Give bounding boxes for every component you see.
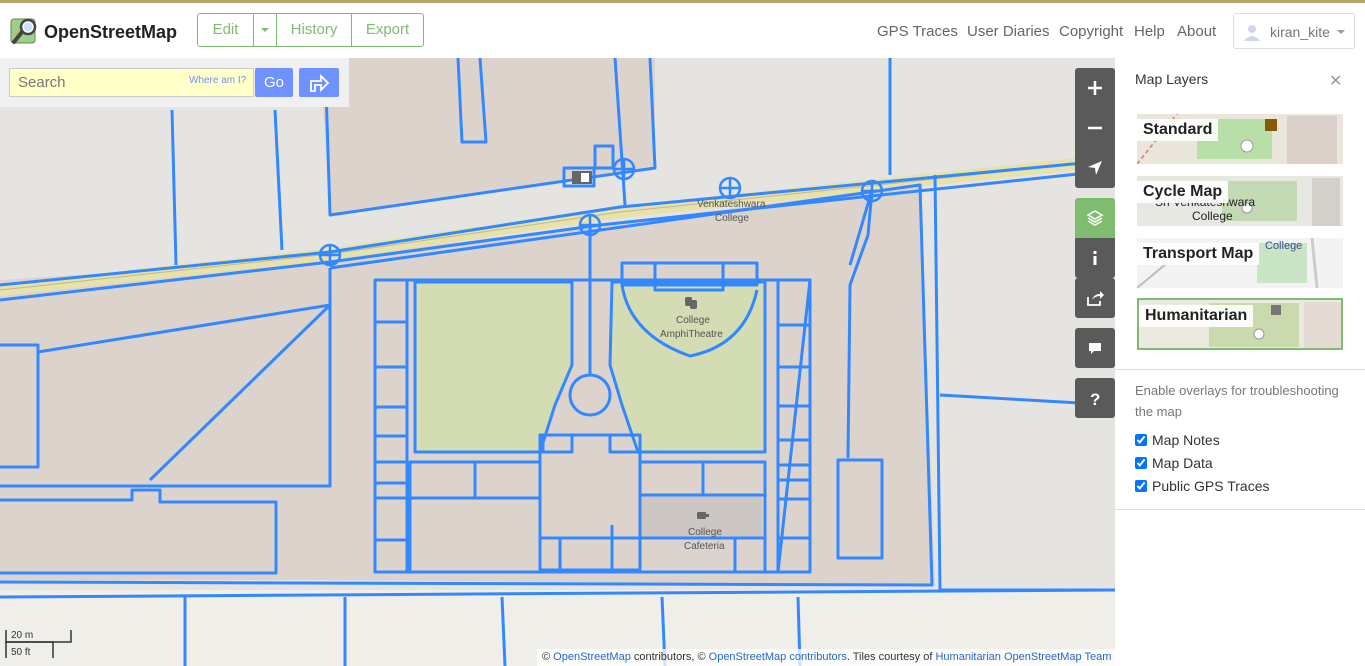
- zoom-out-button[interactable]: [1075, 108, 1115, 148]
- layer-label: Standard: [1137, 119, 1219, 141]
- attribution: © OpenStreetMap contributors, © OpenStre…: [537, 649, 1115, 666]
- location-arrow-icon: [1088, 161, 1102, 175]
- nav-gps-traces[interactable]: GPS Traces: [877, 23, 958, 40]
- go-button[interactable]: Go: [255, 68, 293, 97]
- map-label-amphi-college: College: [676, 315, 710, 326]
- locate-button[interactable]: [1075, 148, 1115, 188]
- share-icon: [1087, 291, 1104, 306]
- plus-icon: [1088, 81, 1102, 95]
- layers-button[interactable]: [1075, 198, 1115, 238]
- header: OpenStreetMap Edit History Export GPS Tr…: [0, 3, 1365, 58]
- map-canvas[interactable]: Venkateshwara College College AmphiTheat…: [0, 58, 1115, 666]
- info-icon: [1093, 251, 1097, 265]
- osm-contributors-link[interactable]: OpenStreetMap contributors: [709, 651, 847, 663]
- directions-icon: [310, 73, 330, 93]
- map-label-cafe-college: College: [688, 527, 722, 538]
- brand-name[interactable]: OpenStreetMap: [44, 22, 177, 43]
- map-label-venkateshwara: Venkateshwara: [697, 199, 766, 210]
- layer-standard[interactable]: Standard: [1137, 114, 1343, 164]
- layer-label: Transport Map: [1137, 243, 1260, 265]
- overlay-label: Map Data: [1152, 455, 1213, 471]
- caret-down-icon: [261, 28, 269, 32]
- map-data-checkbox[interactable]: [1135, 457, 1147, 469]
- scale-metric: 20 m: [11, 630, 34, 641]
- export-button[interactable]: Export: [352, 14, 423, 46]
- map-data-layer: [0, 58, 1115, 666]
- search-panel: Where am I? Go: [0, 58, 349, 107]
- username: kiran_kite: [1270, 24, 1330, 40]
- overlay-map-notes[interactable]: Map Notes: [1135, 432, 1220, 448]
- attribution-text: contributors, ©: [630, 651, 709, 663]
- osm-logo-icon[interactable]: [10, 16, 40, 46]
- layer-label: Humanitarian: [1139, 305, 1254, 327]
- overlay-map-data[interactable]: Map Data: [1135, 455, 1213, 471]
- overlay-description: Enable overlays for troubleshooting the …: [1135, 383, 1339, 419]
- query-features-button[interactable]: ?: [1075, 378, 1115, 418]
- share-button[interactable]: [1075, 278, 1115, 318]
- hot-link[interactable]: Humanitarian OpenStreetMap Team: [935, 651, 1111, 663]
- panel-divider: [1115, 509, 1365, 510]
- layer-transport-map[interactable]: College Transport Map: [1137, 238, 1343, 288]
- caret-down-icon: [1337, 30, 1345, 34]
- gps-traces-checkbox[interactable]: [1135, 480, 1147, 492]
- map-label-college: College: [715, 213, 749, 224]
- where-am-i-link[interactable]: Where am I?: [189, 75, 246, 86]
- thumb-label-college: College: [1192, 209, 1233, 223]
- map-key-button[interactable]: [1075, 238, 1115, 278]
- panel-divider: [1115, 369, 1365, 370]
- add-note-button[interactable]: [1075, 328, 1115, 368]
- map-layers-panel: Map Layers ✕ Standard Sri Venkateshwara …: [1115, 58, 1365, 666]
- atm-icon: [572, 171, 592, 184]
- edit-dropdown-button[interactable]: [254, 14, 277, 46]
- overlay-label: Public GPS Traces: [1152, 478, 1270, 494]
- question-icon: ?: [1090, 390, 1100, 407]
- overlay-label: Map Notes: [1152, 432, 1220, 448]
- map-notes-checkbox[interactable]: [1135, 434, 1147, 446]
- layer-cycle-map[interactable]: Sri Venkateshwara College Cycle Map: [1137, 176, 1343, 226]
- history-button[interactable]: History: [277, 14, 352, 46]
- attribution-text: . Tiles courtesy of: [846, 651, 936, 663]
- user-menu-button[interactable]: kiran_kite: [1233, 13, 1355, 49]
- scale-bar: 20 m 50 ft: [5, 628, 75, 665]
- avatar-icon: [1244, 25, 1260, 41]
- layer-label: Cycle Map: [1137, 181, 1229, 203]
- minus-icon: [1088, 126, 1102, 130]
- layer-humanitarian[interactable]: Humanitarian: [1137, 298, 1343, 350]
- directions-button[interactable]: [299, 68, 339, 97]
- nav-help[interactable]: Help: [1134, 23, 1165, 40]
- attribution-text: ©: [542, 651, 554, 663]
- zoom-in-button[interactable]: [1075, 68, 1115, 108]
- edit-button[interactable]: Edit: [198, 14, 254, 46]
- panel-title: Map Layers: [1135, 71, 1209, 87]
- map-label-cafeteria: Cafeteria: [684, 541, 725, 552]
- layers-icon: [1086, 210, 1104, 226]
- map-label-amphitheatre: AmphiTheatre: [660, 329, 723, 340]
- svg-text:?: ?: [1090, 390, 1100, 407]
- scale-imperial: 50 ft: [11, 647, 31, 658]
- close-icon[interactable]: ✕: [1329, 71, 1342, 91]
- comment-icon: [1089, 343, 1101, 354]
- nav-copyright[interactable]: Copyright: [1059, 23, 1123, 40]
- edit-button-group: Edit History Export: [197, 13, 424, 47]
- overlay-gps-traces[interactable]: Public GPS Traces: [1135, 478, 1270, 494]
- osm-link[interactable]: OpenStreetMap: [553, 651, 631, 663]
- nav-about[interactable]: About: [1177, 23, 1216, 40]
- thumb-label-college: College: [1265, 240, 1303, 252]
- nav-user-diaries[interactable]: User Diaries: [967, 23, 1050, 40]
